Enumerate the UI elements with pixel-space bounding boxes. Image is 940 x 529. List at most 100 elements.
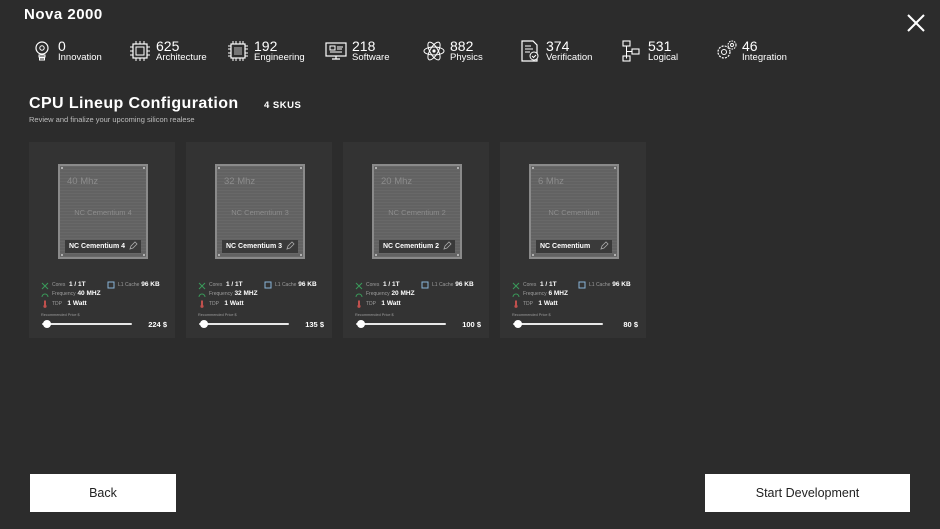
sku-count-badge: 4 SKUS [264,100,302,111]
price-value: 224 $ [148,320,167,329]
price-slider-label: Recommended Price $ [41,313,80,317]
cores-icon [198,282,206,290]
sku-card[interactable]: 20 Mhz NC Cementium 2 NC Cementium 2 Cor… [343,142,489,338]
chip-frequency: 6 Mhz [538,176,564,187]
atom-icon [423,41,445,61]
spec-cache: L1 Cache 96 KB [118,281,160,288]
thermometer-icon [514,300,518,308]
chip-frequency: 32 Mhz [224,176,256,187]
stat-value: 625 [156,38,180,54]
stat-label: Logical [648,52,679,63]
chip-preview: 6 Mhz NC Cementium NC Cementium [529,164,619,259]
sku-name: NC Cementium 3 [226,243,283,250]
sku-card[interactable]: 40 Mhz NC Cementium 4 NC Cementium 4 Cor… [29,142,175,338]
sku-name: NC Cementium 4 [69,243,126,250]
section-title: CPU Lineup Configuration [29,95,239,112]
close-icon[interactable] [905,12,927,34]
spec-cache: L1 Cache 96 KB [275,281,317,288]
frequency-icon [512,293,520,298]
spec-frequency: Frequency 6 MHZ [523,290,568,297]
cache-icon [578,281,586,289]
cores-icon [355,282,363,290]
pencil-icon[interactable] [599,241,609,251]
spec-frequency: Frequency 32 MHZ [209,290,258,297]
sku-card[interactable]: 6 Mhz NC Cementium NC Cementium Cores 1 … [500,142,646,338]
price-slider-thumb[interactable] [513,320,522,328]
spec-tdp: TDP 1 Watt [52,300,87,307]
chip-frequency: 20 Mhz [381,176,413,187]
price-value: 100 $ [462,320,481,329]
sku-name-field[interactable]: NC Cementium 2 [379,240,455,253]
back-button[interactable]: Back [30,474,176,512]
spec-frequency: Frequency 40 MHZ [52,290,101,297]
spec-tdp: TDP 1 Watt [209,300,244,307]
stat-value: 531 [648,38,672,54]
chip-frequency: 40 Mhz [67,176,99,187]
spec-cores: Cores 1 / 1T [209,281,243,288]
sku-name: NC Cementium 2 [383,243,440,250]
frequency-icon [355,293,363,298]
start-development-button[interactable]: Start Development [705,474,910,512]
chip-preview: 32 Mhz NC Cementium 3 NC Cementium 3 [215,164,305,259]
stat-label: Integration [742,52,787,63]
lightbulb-gear-icon [35,41,49,61]
stat-label: Software [352,52,390,63]
spec-cores: Cores 1 / 1T [523,281,557,288]
frequency-icon [198,293,206,298]
spec-frequency: Frequency 20 MHZ [366,290,415,297]
chip-model: NC Cementium 2 [388,208,446,217]
app-title: Nova 2000 [24,6,103,23]
stat-value: 882 [450,38,474,54]
spec-cores: Cores 1 / 1T [52,281,86,288]
processor-icon [228,41,248,61]
stat-label: Engineering [254,52,305,63]
stat-value: 218 [352,38,376,54]
document-check-icon [521,40,539,62]
spec-tdp: TDP 1 Watt [523,300,558,307]
thermometer-icon [357,300,361,308]
cores-icon [41,282,49,290]
price-slider-label: Recommended Price $ [198,313,237,317]
sku-card[interactable]: 32 Mhz NC Cementium 3 NC Cementium 3 Cor… [186,142,332,338]
cores-icon [512,282,520,290]
sku-name-field[interactable]: NC Cementium 4 [65,240,141,253]
sku-name-field[interactable]: NC Cementium [536,240,612,253]
price-slider-thumb[interactable] [199,320,208,328]
price-slider-label: Recommended Price $ [512,313,551,317]
price-slider-track[interactable] [42,323,132,325]
flowchart-icon [622,40,640,62]
cache-icon [107,281,115,289]
price-slider-track[interactable] [199,323,289,325]
stat-label: Physics [450,52,483,63]
stat-label: Architecture [156,52,207,63]
stat-value: 374 [546,38,570,54]
price-slider-thumb[interactable] [42,320,51,328]
spec-cores: Cores 1 / 1T [366,281,400,288]
pencil-icon[interactable] [285,241,295,251]
price-slider-track[interactable] [356,323,446,325]
sku-name-field[interactable]: NC Cementium 3 [222,240,298,253]
price-value: 135 $ [305,320,324,329]
price-slider-thumb[interactable] [356,320,365,328]
price-slider-label: Recommended Price $ [355,313,394,317]
frequency-icon [41,293,49,298]
chip-preview: 20 Mhz NC Cementium 2 NC Cementium 2 [372,164,462,259]
cache-icon [421,281,429,289]
thermometer-icon [200,300,204,308]
stat-label: Innovation [58,52,102,63]
pencil-icon[interactable] [128,241,138,251]
sku-name: NC Cementium [540,243,591,250]
monitor-code-icon [325,42,347,60]
gears-icon [717,40,737,59]
stat-value: 0 [58,38,66,54]
chip-preview: 40 Mhz NC Cementium 4 NC Cementium 4 [58,164,148,259]
price-value: 80 $ [623,320,638,329]
stat-value: 192 [254,38,278,54]
spec-tdp: TDP 1 Watt [366,300,401,307]
chip-model: NC Cementium [548,208,600,217]
spec-cache: L1 Cache 96 KB [589,281,631,288]
price-slider-track[interactable] [513,323,603,325]
pencil-icon[interactable] [442,241,452,251]
chip-model: NC Cementium 4 [74,208,132,217]
section-subtitle: Review and finalize your upcoming silico… [29,115,195,124]
